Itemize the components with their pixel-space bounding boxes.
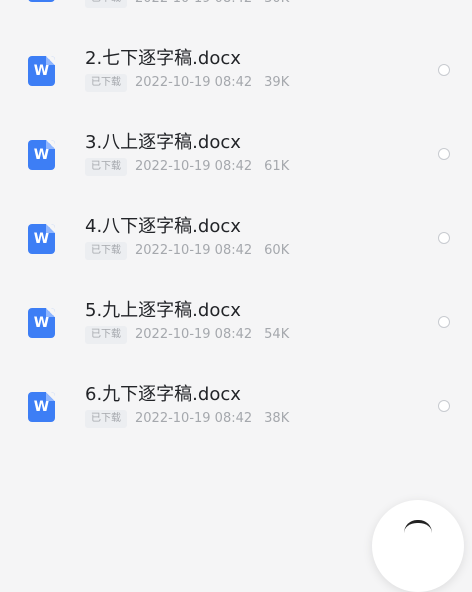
file-name: 5.九上逐字稿.docx xyxy=(85,300,241,321)
file-size: 30K xyxy=(264,0,289,8)
word-doc-icon-letter: W xyxy=(33,231,50,247)
word-doc-icon: W xyxy=(28,0,55,2)
downloaded-badge: 已下载 xyxy=(85,0,127,8)
file-row[interactable]: W 6.九下逐字稿.docx 已下载 2022-10-19 08:42 38K xyxy=(0,376,472,460)
file-name: 3.八上逐字稿.docx xyxy=(85,132,241,153)
file-meta: 已下载 2022-10-19 08:42 38K xyxy=(85,410,289,428)
file-size: 60K xyxy=(264,243,290,258)
file-row[interactable]: W 5.九上逐字稿.docx 已下载 2022-10-19 08:42 54K xyxy=(0,292,472,376)
select-radio[interactable] xyxy=(438,400,450,412)
file-size: 38K xyxy=(264,411,290,426)
file-meta: 已下载 2022-10-19 08:42 30K xyxy=(85,0,289,8)
file-meta: 已下载 2022-10-19 08:42 61K xyxy=(85,158,289,176)
file-date: 2022-10-19 08:42 xyxy=(135,243,253,258)
file-size: 61K xyxy=(264,159,290,174)
file-name: 4.八下逐字稿.docx xyxy=(85,216,241,237)
downloaded-badge: 已下载 xyxy=(85,242,127,260)
word-doc-icon: W xyxy=(28,392,55,422)
file-list: W 已下载 2022-10-19 08:42 30K W 2.七下逐字稿.docx … xyxy=(0,0,472,530)
word-doc-icon: W xyxy=(28,224,55,254)
file-meta: 已下载 2022-10-19 08:42 60K xyxy=(85,242,289,260)
word-doc-icon: W xyxy=(28,308,55,338)
file-row[interactable]: W 2.七下逐字稿.docx 已下载 2022-10-19 08:42 39K xyxy=(0,40,472,124)
file-date: 2022-10-19 08:42 xyxy=(135,159,253,174)
file-size: 39K xyxy=(264,75,290,90)
select-radio[interactable] xyxy=(438,64,450,76)
word-doc-icon: W xyxy=(28,56,55,86)
downloaded-badge: 已下载 xyxy=(85,74,127,92)
word-doc-icon-letter: W xyxy=(33,63,50,79)
select-radio[interactable] xyxy=(438,316,450,328)
file-date: 2022-10-19 08:42 xyxy=(135,75,253,90)
downloaded-badge: 已下载 xyxy=(85,158,127,176)
file-date: 2022-10-19 08:42 xyxy=(135,327,253,342)
file-meta: 已下载 2022-10-19 08:42 39K xyxy=(85,74,289,92)
file-date: 2022-10-19 08:42 xyxy=(135,411,253,426)
select-radio[interactable] xyxy=(438,232,450,244)
word-doc-icon-letter: W xyxy=(33,315,50,331)
file-meta: 已下载 2022-10-19 08:42 54K xyxy=(85,326,289,344)
downloaded-badge: 已下载 xyxy=(85,326,127,344)
downloaded-badge: 已下载 xyxy=(85,410,127,428)
file-name: 6.九下逐字稿.docx xyxy=(85,384,241,405)
file-row[interactable]: W 已下载 2022-10-19 08:42 30K xyxy=(0,0,472,40)
floating-action-button[interactable] xyxy=(372,500,464,592)
select-radio[interactable] xyxy=(438,148,450,160)
file-row[interactable]: W 4.八下逐字稿.docx 已下载 2022-10-19 08:42 60K xyxy=(0,208,472,292)
file-name: 2.七下逐字稿.docx xyxy=(85,48,241,69)
word-doc-icon-letter: W xyxy=(33,147,50,163)
file-size: 54K xyxy=(264,327,290,342)
word-doc-icon: W xyxy=(28,140,55,170)
file-date: 2022-10-19 08:42 xyxy=(135,0,252,8)
word-doc-icon-letter: W xyxy=(33,399,50,415)
action-button-icon xyxy=(404,520,432,533)
file-row[interactable]: W 3.八上逐字稿.docx 已下载 2022-10-19 08:42 61K xyxy=(0,124,472,208)
